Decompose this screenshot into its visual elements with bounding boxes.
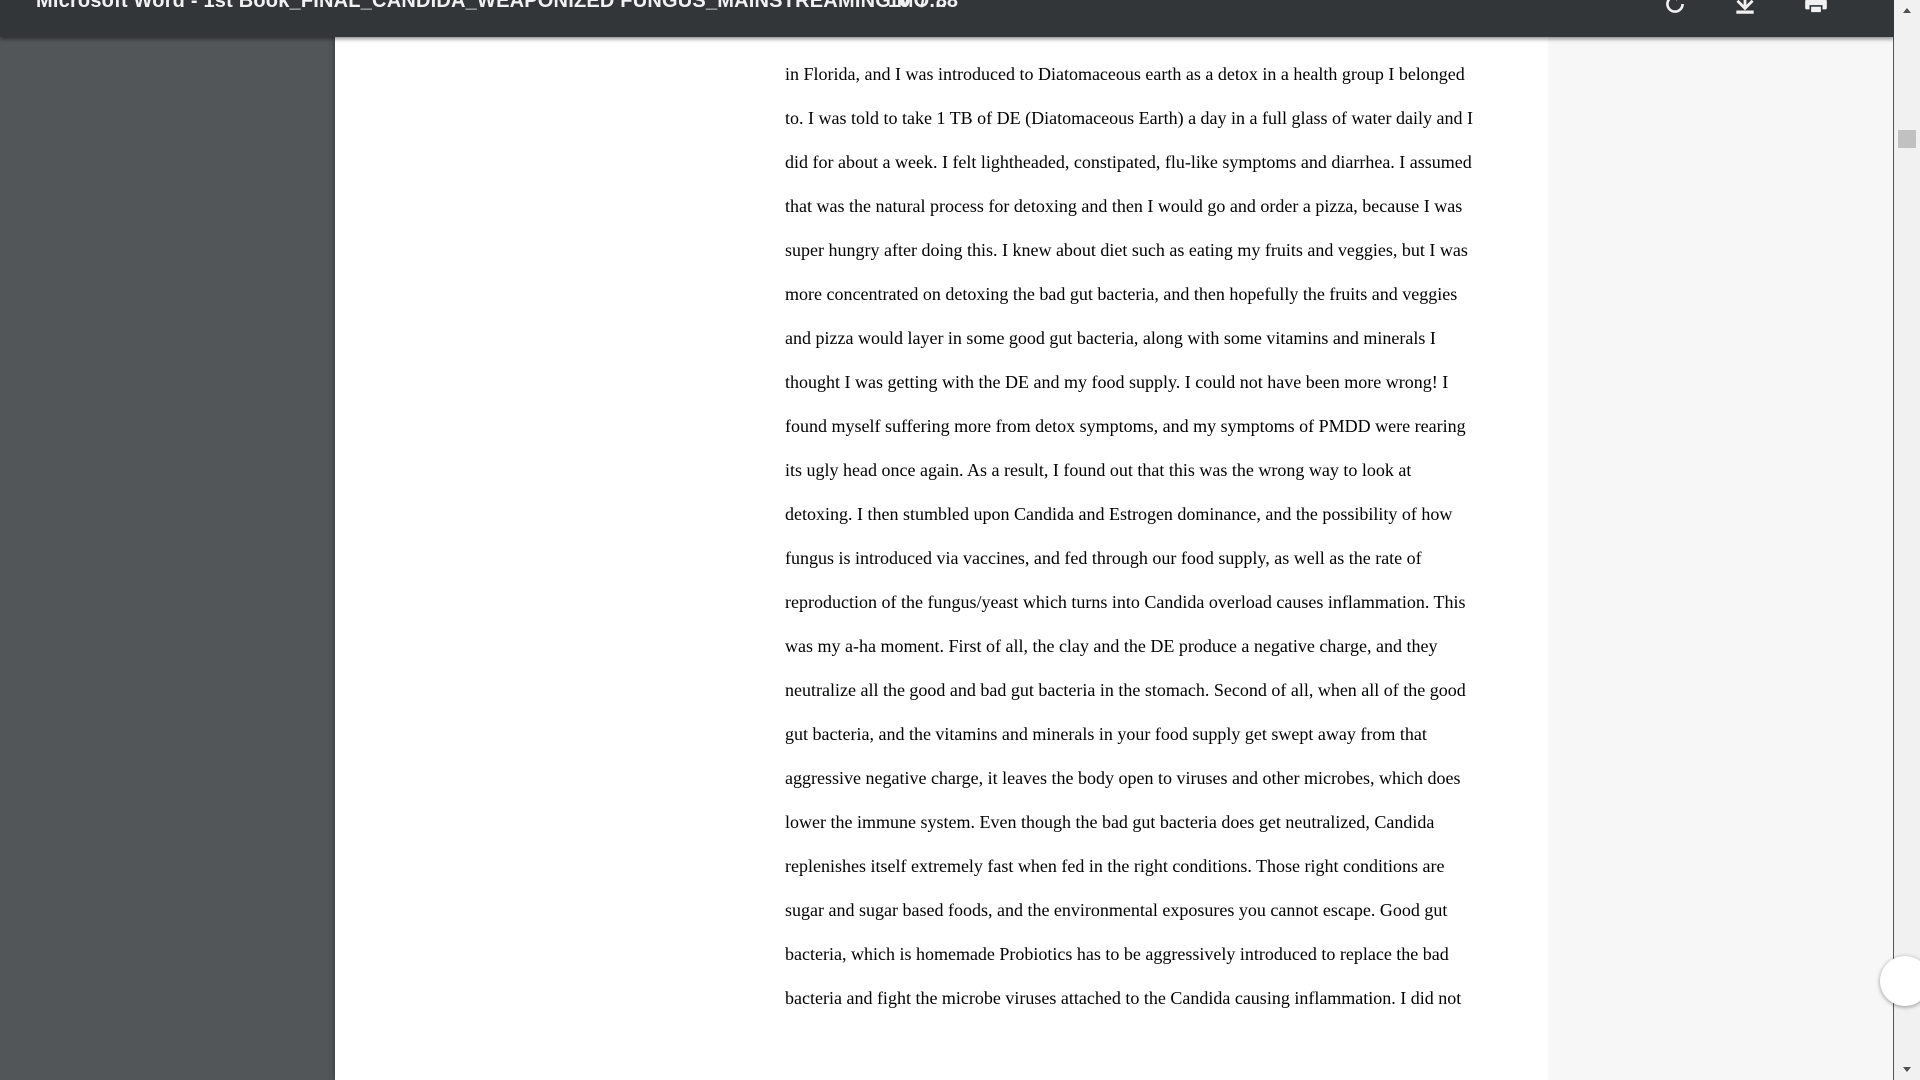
page-separator: / — [920, 0, 926, 12]
text-line: fungus is introduced via vaccines, and f… — [785, 548, 1422, 568]
text-line: in Florida, and I was introduced to Diat… — [785, 64, 1465, 84]
text-line: to. I was told to take 1 TB of DE (Diato… — [785, 108, 1473, 128]
rotate-button[interactable] — [1657, 0, 1693, 22]
pdf-viewer: Microsoft Word - 1st Book_FINAL_CANDIDA_… — [0, 0, 1920, 1080]
current-page-input[interactable]: 10 — [888, 0, 910, 16]
scrollbar-thumb[interactable] — [1898, 130, 1916, 148]
text-line: more concentrated on detoxing the bad gu… — [785, 284, 1458, 304]
text-line: reproduction of the fungus/yeast which t… — [785, 592, 1466, 612]
text-line: its ugly head once again. As a result, I… — [785, 460, 1412, 480]
scroll-down-arrow-icon — [1903, 1067, 1911, 1072]
vertical-scrollbar[interactable] — [1894, 0, 1920, 1080]
text-line: was my a-ha moment. First of all, the cl… — [785, 636, 1438, 656]
text-line: sugar and sugar based foods, and the env… — [785, 900, 1448, 920]
page-margin-shade — [1548, 0, 1893, 1080]
page-text: in Florida, and I was introduced to Diat… — [785, 52, 1545, 1020]
viewer-toolbar: Microsoft Word - 1st Book_FINAL_CANDIDA_… — [0, 0, 1894, 37]
scroll-up-button[interactable] — [1894, 0, 1920, 20]
page-counter: 10 / 88 — [888, 0, 958, 16]
download-button[interactable] — [1727, 0, 1763, 22]
document-page: in Florida, and I was introduced to Diat… — [335, 0, 1893, 1080]
scroll-up-arrow-icon — [1903, 8, 1911, 13]
print-icon — [1805, 0, 1827, 14]
text-line: aggressive negative charge, it leaves th… — [785, 768, 1461, 788]
text-line: found myself suffering more from detox s… — [785, 416, 1466, 436]
text-line: bacteria and fight the microbe viruses a… — [785, 988, 1462, 1008]
print-button[interactable] — [1798, 0, 1834, 22]
text-line: that was the natural process for detoxin… — [785, 196, 1463, 216]
document-title: Microsoft Word - 1st Book_FINAL_CANDIDA_… — [36, 0, 947, 12]
text-line: lower the immune system. Even though the… — [785, 812, 1435, 832]
text-line: super hungry after doing this. I knew ab… — [785, 240, 1468, 260]
total-pages: 88 — [935, 0, 959, 12]
text-line: neutralize all the good and bad gut bact… — [785, 680, 1466, 700]
text-line: thought I was getting with the DE and my… — [785, 372, 1449, 392]
download-icon — [1736, 0, 1754, 14]
scroll-down-button[interactable] — [1894, 1060, 1920, 1080]
text-line: gut bacteria, and the vitamins and miner… — [785, 724, 1427, 744]
text-line: and pizza would layer in some good gut b… — [785, 328, 1436, 348]
text-line: bacteria, which is homemade Probiotics h… — [785, 944, 1449, 964]
text-line: replenishes itself extremely fast when f… — [785, 856, 1445, 876]
rotate-icon — [1666, 0, 1684, 13]
text-line: did for about a week. I felt lightheaded… — [785, 152, 1472, 172]
text-line: detoxing. I then stumbled upon Candida a… — [785, 504, 1453, 524]
